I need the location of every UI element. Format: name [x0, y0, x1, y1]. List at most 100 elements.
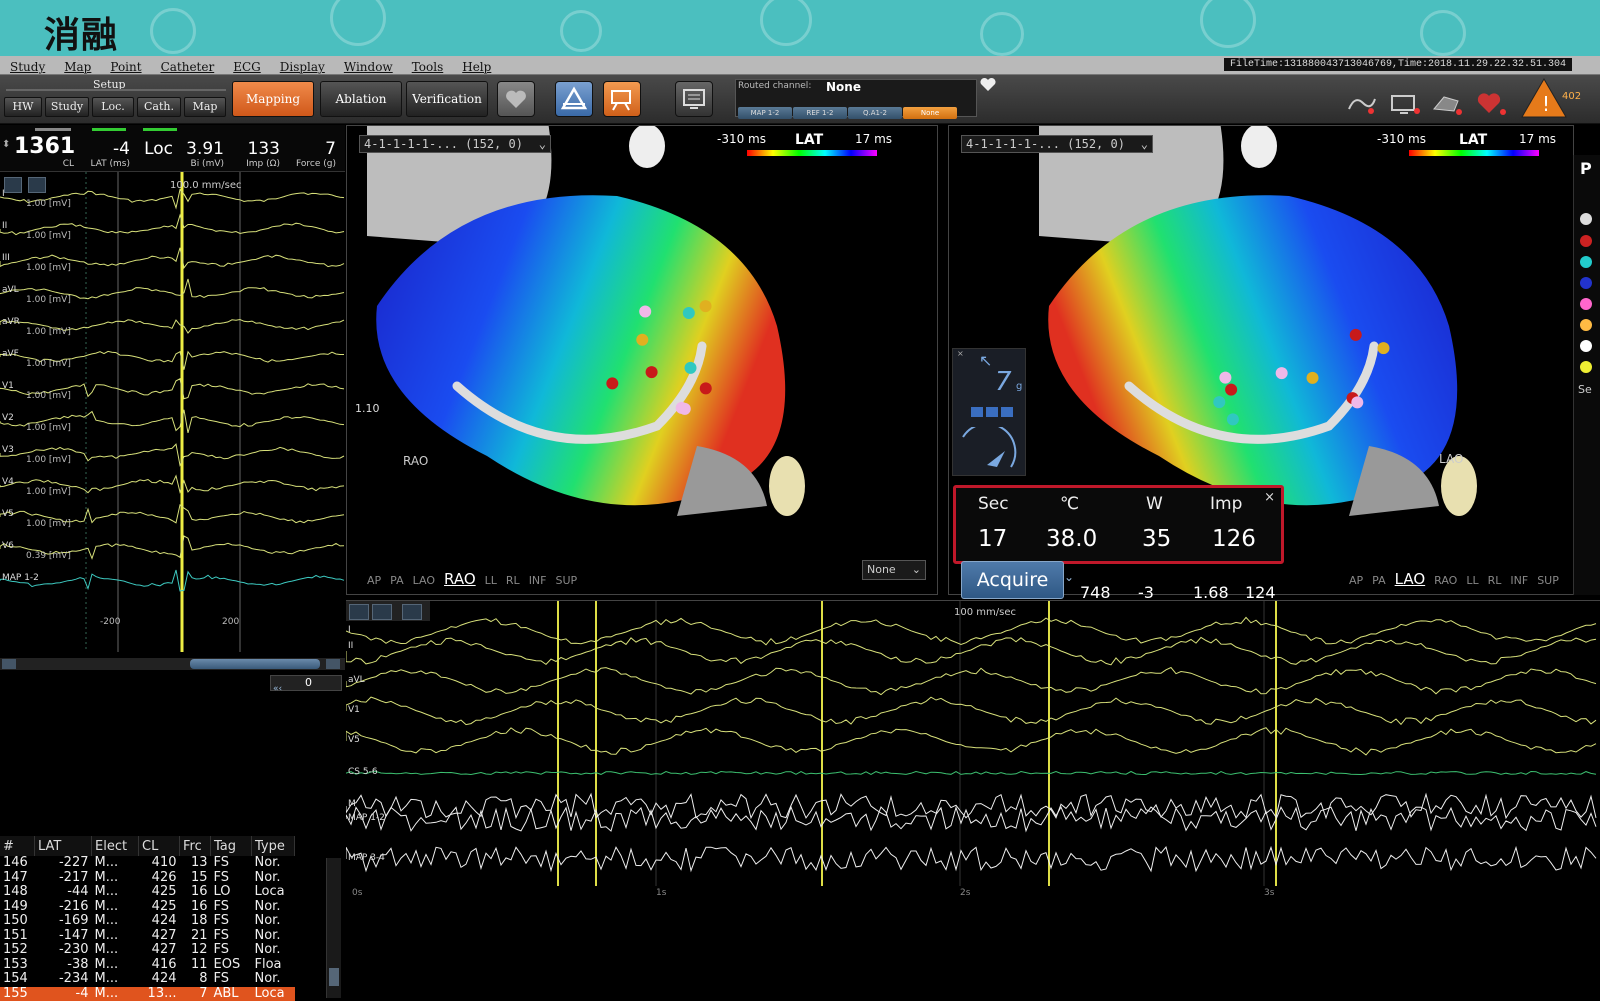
setup-study-button[interactable]: Study — [45, 97, 89, 117]
point-color-swatch[interactable] — [1580, 298, 1592, 310]
routed-channel-value[interactable]: None — [826, 80, 861, 94]
bottom-freeze-button[interactable] — [372, 604, 392, 620]
col-tag[interactable]: Tag — [211, 836, 252, 856]
left-view-rl[interactable]: RL — [506, 574, 520, 587]
setup-loc-button[interactable]: Loc. — [92, 97, 134, 117]
left-3d-map[interactable] — [347, 126, 937, 594]
right-view-lao[interactable]: LAO — [1395, 570, 1426, 588]
rewind-icon[interactable]: «‹ — [273, 684, 282, 694]
col-lat[interactable]: LAT — [35, 836, 92, 856]
left-view-ap[interactable]: AP — [367, 574, 381, 587]
point-color-swatch[interactable] — [1580, 213, 1592, 225]
menu-catheter[interactable]: Catheter — [151, 59, 224, 74]
scroll-left-button[interactable] — [2, 659, 16, 669]
readout-bar — [35, 128, 71, 131]
catheter-status-icon[interactable] — [1345, 91, 1379, 117]
right-view-pa[interactable]: PA — [1372, 574, 1385, 587]
table-scroll-thumb[interactable] — [329, 968, 339, 986]
right-view-rl[interactable]: RL — [1488, 574, 1502, 587]
scroll-right-button[interactable] — [326, 659, 340, 669]
cell-lat: -169 — [35, 914, 92, 929]
point-color-swatch[interactable] — [1580, 319, 1592, 331]
col-number[interactable]: # — [0, 836, 35, 856]
table-scrollbar[interactable] — [326, 858, 341, 998]
menu-tools[interactable]: Tools — [402, 59, 453, 74]
heart-alert-icon[interactable] — [1474, 91, 1508, 117]
egm-zoom-button[interactable] — [4, 177, 22, 193]
display-status-icon[interactable] — [1388, 91, 1422, 117]
col-type[interactable]: Type — [252, 836, 295, 856]
table-row[interactable]: 154-234M...4248FSNor. — [0, 972, 295, 987]
force-gauge-close-icon[interactable]: × — [957, 349, 964, 358]
ablation-point-marker — [1225, 384, 1237, 396]
menu-ecg[interactable]: ECG — [223, 59, 270, 74]
readout-arrow-icon[interactable]: ⬍ — [2, 139, 10, 150]
left-view-inf[interactable]: INF — [529, 574, 547, 587]
screen-tool-button[interactable] — [675, 81, 713, 117]
table-row[interactable]: 155-4M...13...7ABLLoca — [0, 987, 295, 1001]
left-view-lao[interactable]: LAO — [413, 574, 435, 587]
routed-chip-ref12[interactable]: REF 1-2 — [793, 107, 847, 119]
catheter-tool-button[interactable] — [603, 81, 641, 117]
left-map-dropdown[interactable]: None⌄ — [862, 560, 926, 580]
menu-display[interactable]: Display — [270, 59, 334, 74]
scroll-thumb[interactable] — [190, 659, 320, 669]
left-map-selector[interactable]: 4-1-1-1-1-... (152, 0)⌄ — [359, 135, 551, 153]
left-view-ll[interactable]: LL — [485, 574, 497, 587]
cell-lat: -4 — [35, 987, 92, 1001]
table-row[interactable]: 153-38M...41611EOSFloa — [0, 958, 295, 973]
right-view-inf[interactable]: INF — [1510, 574, 1528, 587]
table-row[interactable]: 147-217M...42615FSNor. — [0, 871, 295, 886]
left-view-rao[interactable]: RAO — [444, 570, 476, 588]
routed-chip-none[interactable]: None — [903, 107, 957, 119]
table-row[interactable]: 146-227M...41013FSNor. — [0, 856, 295, 871]
table-row[interactable]: 151-147M...42721FSNor. — [0, 929, 295, 944]
right-orientation-label: LAO — [1439, 452, 1463, 466]
setup-cath-button[interactable]: Cath. — [137, 97, 181, 117]
egm-scrollbar[interactable] — [0, 658, 345, 670]
left-view-pa[interactable]: PA — [390, 574, 403, 587]
table-row[interactable]: 152-230M...42712FSNor. — [0, 943, 295, 958]
verification-mode-button[interactable]: Verification — [406, 81, 488, 117]
point-color-swatch[interactable] — [1580, 256, 1592, 268]
menu-map[interactable]: Map — [54, 59, 100, 74]
egm-freeze-button[interactable] — [28, 177, 46, 193]
counter-control[interactable]: «‹ 0 — [270, 675, 342, 691]
table-row[interactable]: 149-216M...42516FSNor. — [0, 900, 295, 915]
menu-point[interactable]: Point — [100, 59, 150, 74]
setup-map-button[interactable]: Map — [184, 97, 226, 117]
acquire-dropdown-icon[interactable]: ⌄ — [1064, 570, 1074, 584]
right-view-rao[interactable]: RAO — [1434, 574, 1457, 587]
point-color-swatch[interactable] — [1580, 235, 1592, 247]
point-color-swatch[interactable] — [1580, 277, 1592, 289]
mesh-tool-button[interactable] — [555, 81, 593, 117]
abl-close-icon[interactable]: × — [1264, 490, 1275, 505]
col-cl[interactable]: CL — [139, 836, 180, 856]
bottom-save-button[interactable] — [402, 604, 422, 620]
heart-tool-button[interactable] — [497, 81, 535, 117]
routed-chip-qa12[interactable]: Q.A1-2 — [848, 107, 902, 119]
right-view-sup[interactable]: SUP — [1537, 574, 1559, 587]
routed-chip-map12[interactable]: MAP 1-2 — [738, 107, 792, 119]
menu-window[interactable]: Window — [334, 59, 402, 74]
ablation-mode-button[interactable]: Ablation — [320, 81, 402, 117]
right-view-ap[interactable]: AP — [1349, 574, 1363, 587]
bottom-zoom-button[interactable] — [349, 604, 369, 620]
setup-hw-button[interactable]: HW — [4, 97, 42, 117]
right-map-selector[interactable]: 4-1-1-1-1-... (152, 0)⌄ — [961, 135, 1153, 153]
point-color-swatch[interactable] — [1580, 361, 1592, 373]
right-view-ll[interactable]: LL — [1466, 574, 1478, 587]
routed-channel-label: Routed channel: — [738, 81, 811, 91]
acquire-button[interactable]: Acquire — [961, 561, 1064, 599]
menu-study[interactable]: Study — [0, 59, 54, 74]
menu-help[interactable]: Help — [452, 59, 500, 74]
left-view-sup[interactable]: SUP — [556, 574, 578, 587]
table-row[interactable]: 150-169M...42418FSNor. — [0, 914, 295, 929]
point-color-swatch[interactable] — [1580, 340, 1592, 352]
map-status-icon[interactable] — [1430, 91, 1464, 117]
mapping-mode-button[interactable]: Mapping — [232, 81, 314, 117]
map-pane-left[interactable]: 4-1-1-1-1-... (152, 0)⌄ -310 ms LAT 17 m… — [346, 125, 938, 595]
col-elect[interactable]: Elect — [92, 836, 139, 856]
col-frc[interactable]: Frc — [180, 836, 211, 856]
table-row[interactable]: 148-44M...42516LOLoca — [0, 885, 295, 900]
